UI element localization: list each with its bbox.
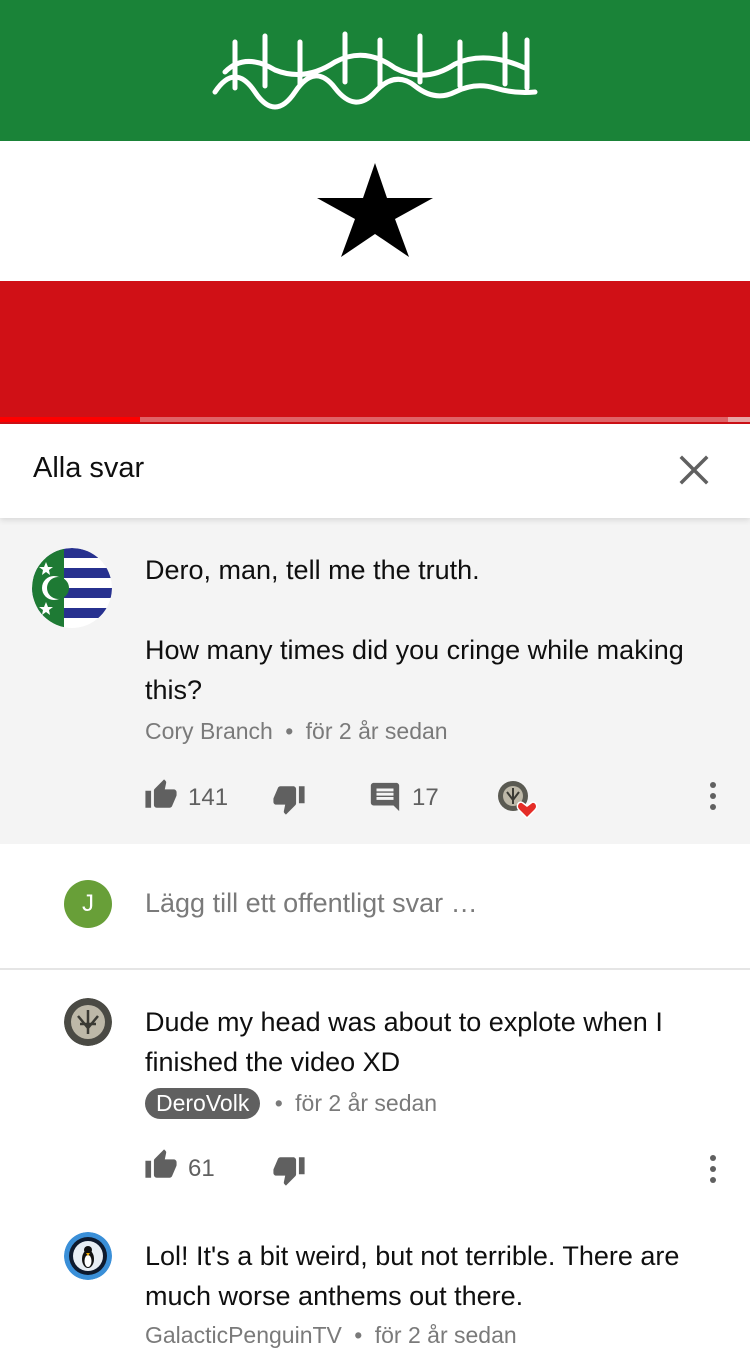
- reply-comment-icon[interactable]: [368, 780, 402, 814]
- creator-badge[interactable]: DeroVolk: [145, 1088, 261, 1119]
- like-count: 61: [188, 1155, 215, 1182]
- avatar[interactable]: [32, 548, 112, 628]
- avatar[interactable]: [64, 1232, 112, 1280]
- thumbs-down-icon[interactable]: [272, 782, 306, 816]
- more-vert-icon[interactable]: [708, 781, 718, 811]
- reply-author[interactable]: GalacticPenguinTV: [145, 1322, 342, 1348]
- comment-meta: Cory Branch • för 2 år sedan: [145, 718, 448, 745]
- progress-buffer: [728, 417, 750, 422]
- reply-text: Dude my head was about to explote when I…: [145, 1007, 663, 1077]
- close-icon[interactable]: [676, 452, 712, 488]
- thumbs-up-icon[interactable]: [144, 778, 178, 812]
- creator-heart-icon: [498, 781, 538, 820]
- reply-time: för 2 år sedan: [374, 1322, 517, 1348]
- video-player[interactable]: [0, 0, 750, 424]
- reply-input[interactable]: Lägg till ett offentligt svar …: [145, 888, 478, 919]
- header-title: Alla svar: [33, 452, 145, 484]
- reply-text: Lol! It's a bit weird, but not terrible.…: [145, 1241, 680, 1311]
- meta-separator: •: [354, 1322, 363, 1348]
- main-comment: Dero, man, tell me the truth. How many t…: [0, 518, 750, 844]
- replies-header: Alla svar: [0, 424, 750, 518]
- reply-meta: DeroVolk • för 2 år sedan: [145, 1088, 437, 1119]
- comment-text-line2: How many times did you cringe while maki…: [145, 635, 684, 705]
- thumbs-up-icon[interactable]: [144, 1148, 178, 1182]
- reply-count: 17: [412, 784, 439, 811]
- avatar: J: [64, 880, 112, 928]
- flag-red-band: [0, 281, 750, 424]
- shahada-calligraphy: [212, 31, 538, 110]
- progress-fill: [0, 417, 141, 422]
- comment-time: för 2 år sedan: [305, 718, 448, 744]
- comment-text-line1: Dero, man, tell me the truth.: [145, 555, 480, 585]
- comment-author[interactable]: Cory Branch: [145, 718, 273, 744]
- star-icon: [317, 163, 433, 257]
- thumbs-down-icon[interactable]: [272, 1153, 306, 1187]
- like-count: 141: [188, 784, 229, 811]
- reply-time: för 2 år sedan: [295, 1090, 438, 1116]
- meta-separator: •: [274, 1090, 283, 1116]
- progress-bar[interactable]: [0, 417, 750, 422]
- more-vert-icon[interactable]: [708, 1154, 718, 1184]
- reply-meta: GalacticPenguinTV • för 2 år sedan: [145, 1322, 517, 1349]
- reply-input-row[interactable]: J Lägg till ett offentligt svar …: [0, 844, 750, 970]
- avatar[interactable]: [64, 998, 112, 1046]
- meta-separator: •: [285, 718, 294, 744]
